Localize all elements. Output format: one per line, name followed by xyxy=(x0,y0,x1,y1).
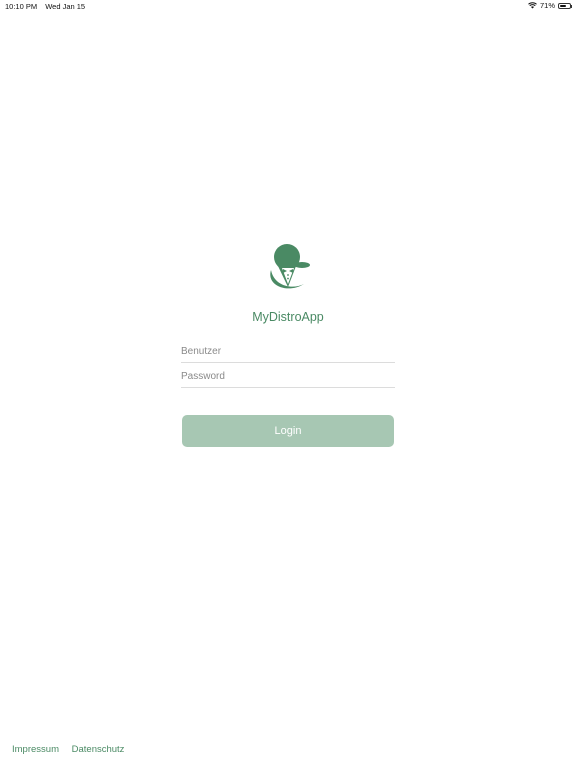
impressum-link[interactable]: Impressum xyxy=(12,744,59,755)
username-input[interactable] xyxy=(181,340,395,362)
battery-fill xyxy=(560,4,567,7)
waiter-logo-icon xyxy=(270,244,310,289)
wifi-icon xyxy=(528,2,537,9)
datenschutz-link[interactable]: Datenschutz xyxy=(72,744,125,755)
password-field[interactable] xyxy=(181,365,395,388)
status-bar: 10:10 PM Wed Jan 15 71% xyxy=(0,0,576,12)
battery-icon xyxy=(558,2,572,9)
status-left: 10:10 PM Wed Jan 15 xyxy=(5,2,91,11)
status-right: 71% xyxy=(528,1,572,10)
password-input[interactable] xyxy=(181,365,395,387)
battery-cap xyxy=(571,4,572,8)
battery-percent: 71% xyxy=(539,1,555,10)
status-date: Wed Jan 15 xyxy=(45,2,86,11)
username-field[interactable] xyxy=(181,340,395,363)
login-button[interactable]: Login xyxy=(182,415,394,447)
footer: Impressum Datenschutz xyxy=(12,744,134,755)
app-title: MyDistroApp xyxy=(252,310,324,324)
status-time: 10:10 PM xyxy=(5,2,38,11)
